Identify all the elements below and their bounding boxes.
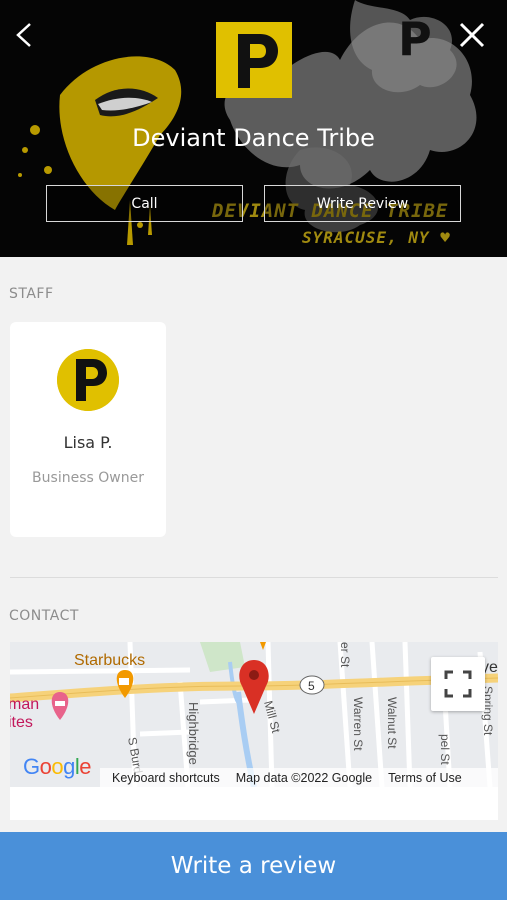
staff-card[interactable] <box>10 322 166 537</box>
map-data-credit: Map data ©2022 Google <box>235 770 373 785</box>
call-button[interactable]: Call <box>46 185 243 222</box>
street-label-walnut: Walnut St <box>385 697 399 749</box>
staff-section-title: STAFF <box>9 286 54 302</box>
street-label-er: er St <box>338 642 352 668</box>
poi-starbucks-label: Starbucks <box>74 652 145 669</box>
graffiti-text-2: SYRACUSE, NY ♥ <box>302 228 451 247</box>
street-label-highbridge: Highbridge <box>186 702 201 765</box>
svg-text:P: P <box>398 12 432 66</box>
avatar <box>57 349 119 411</box>
street-label-pel: pel St <box>438 734 452 765</box>
section-divider <box>10 577 498 578</box>
map-view[interactable]: 5 Highbridge Mill St Warren St Walnut St… <box>10 642 498 787</box>
fullscreen-icon <box>444 670 472 698</box>
business-header: P DEVIANT DANCE TRIBE SYRACUSE, NY ♥ Dev… <box>0 0 507 257</box>
map-card: 5 Highbridge Mill St Warren St Walnut St… <box>10 642 498 820</box>
poi-hotel-label-2: ites <box>10 714 33 731</box>
back-chevron-icon <box>16 23 31 47</box>
route-badge-text: 5 <box>308 679 315 693</box>
keyboard-shortcuts-link[interactable]: Keyboard shortcuts <box>112 771 220 785</box>
back-button[interactable] <box>10 18 40 52</box>
close-icon <box>459 22 485 48</box>
terms-of-use-link[interactable]: Terms of Use <box>388 771 462 785</box>
poi-hotel-label-1: man <box>10 696 39 713</box>
write-a-review-button[interactable]: Write a review <box>0 832 507 900</box>
close-button[interactable] <box>455 18 489 52</box>
street-label-warren: Warren St <box>351 697 365 751</box>
contact-section-title: CONTACT <box>9 608 79 624</box>
staff-name: Lisa P. <box>63 433 113 452</box>
fullscreen-button[interactable] <box>431 657 485 711</box>
map-attribution-bar: Keyboard shortcuts Map data ©2022 Google… <box>100 768 498 787</box>
google-logo: Google <box>23 754 92 779</box>
business-logo <box>216 22 292 98</box>
business-name: Deviant Dance Tribe <box>132 124 375 152</box>
staff-role: Business Owner <box>32 470 144 486</box>
write-review-header-button[interactable]: Write Review <box>264 185 461 222</box>
